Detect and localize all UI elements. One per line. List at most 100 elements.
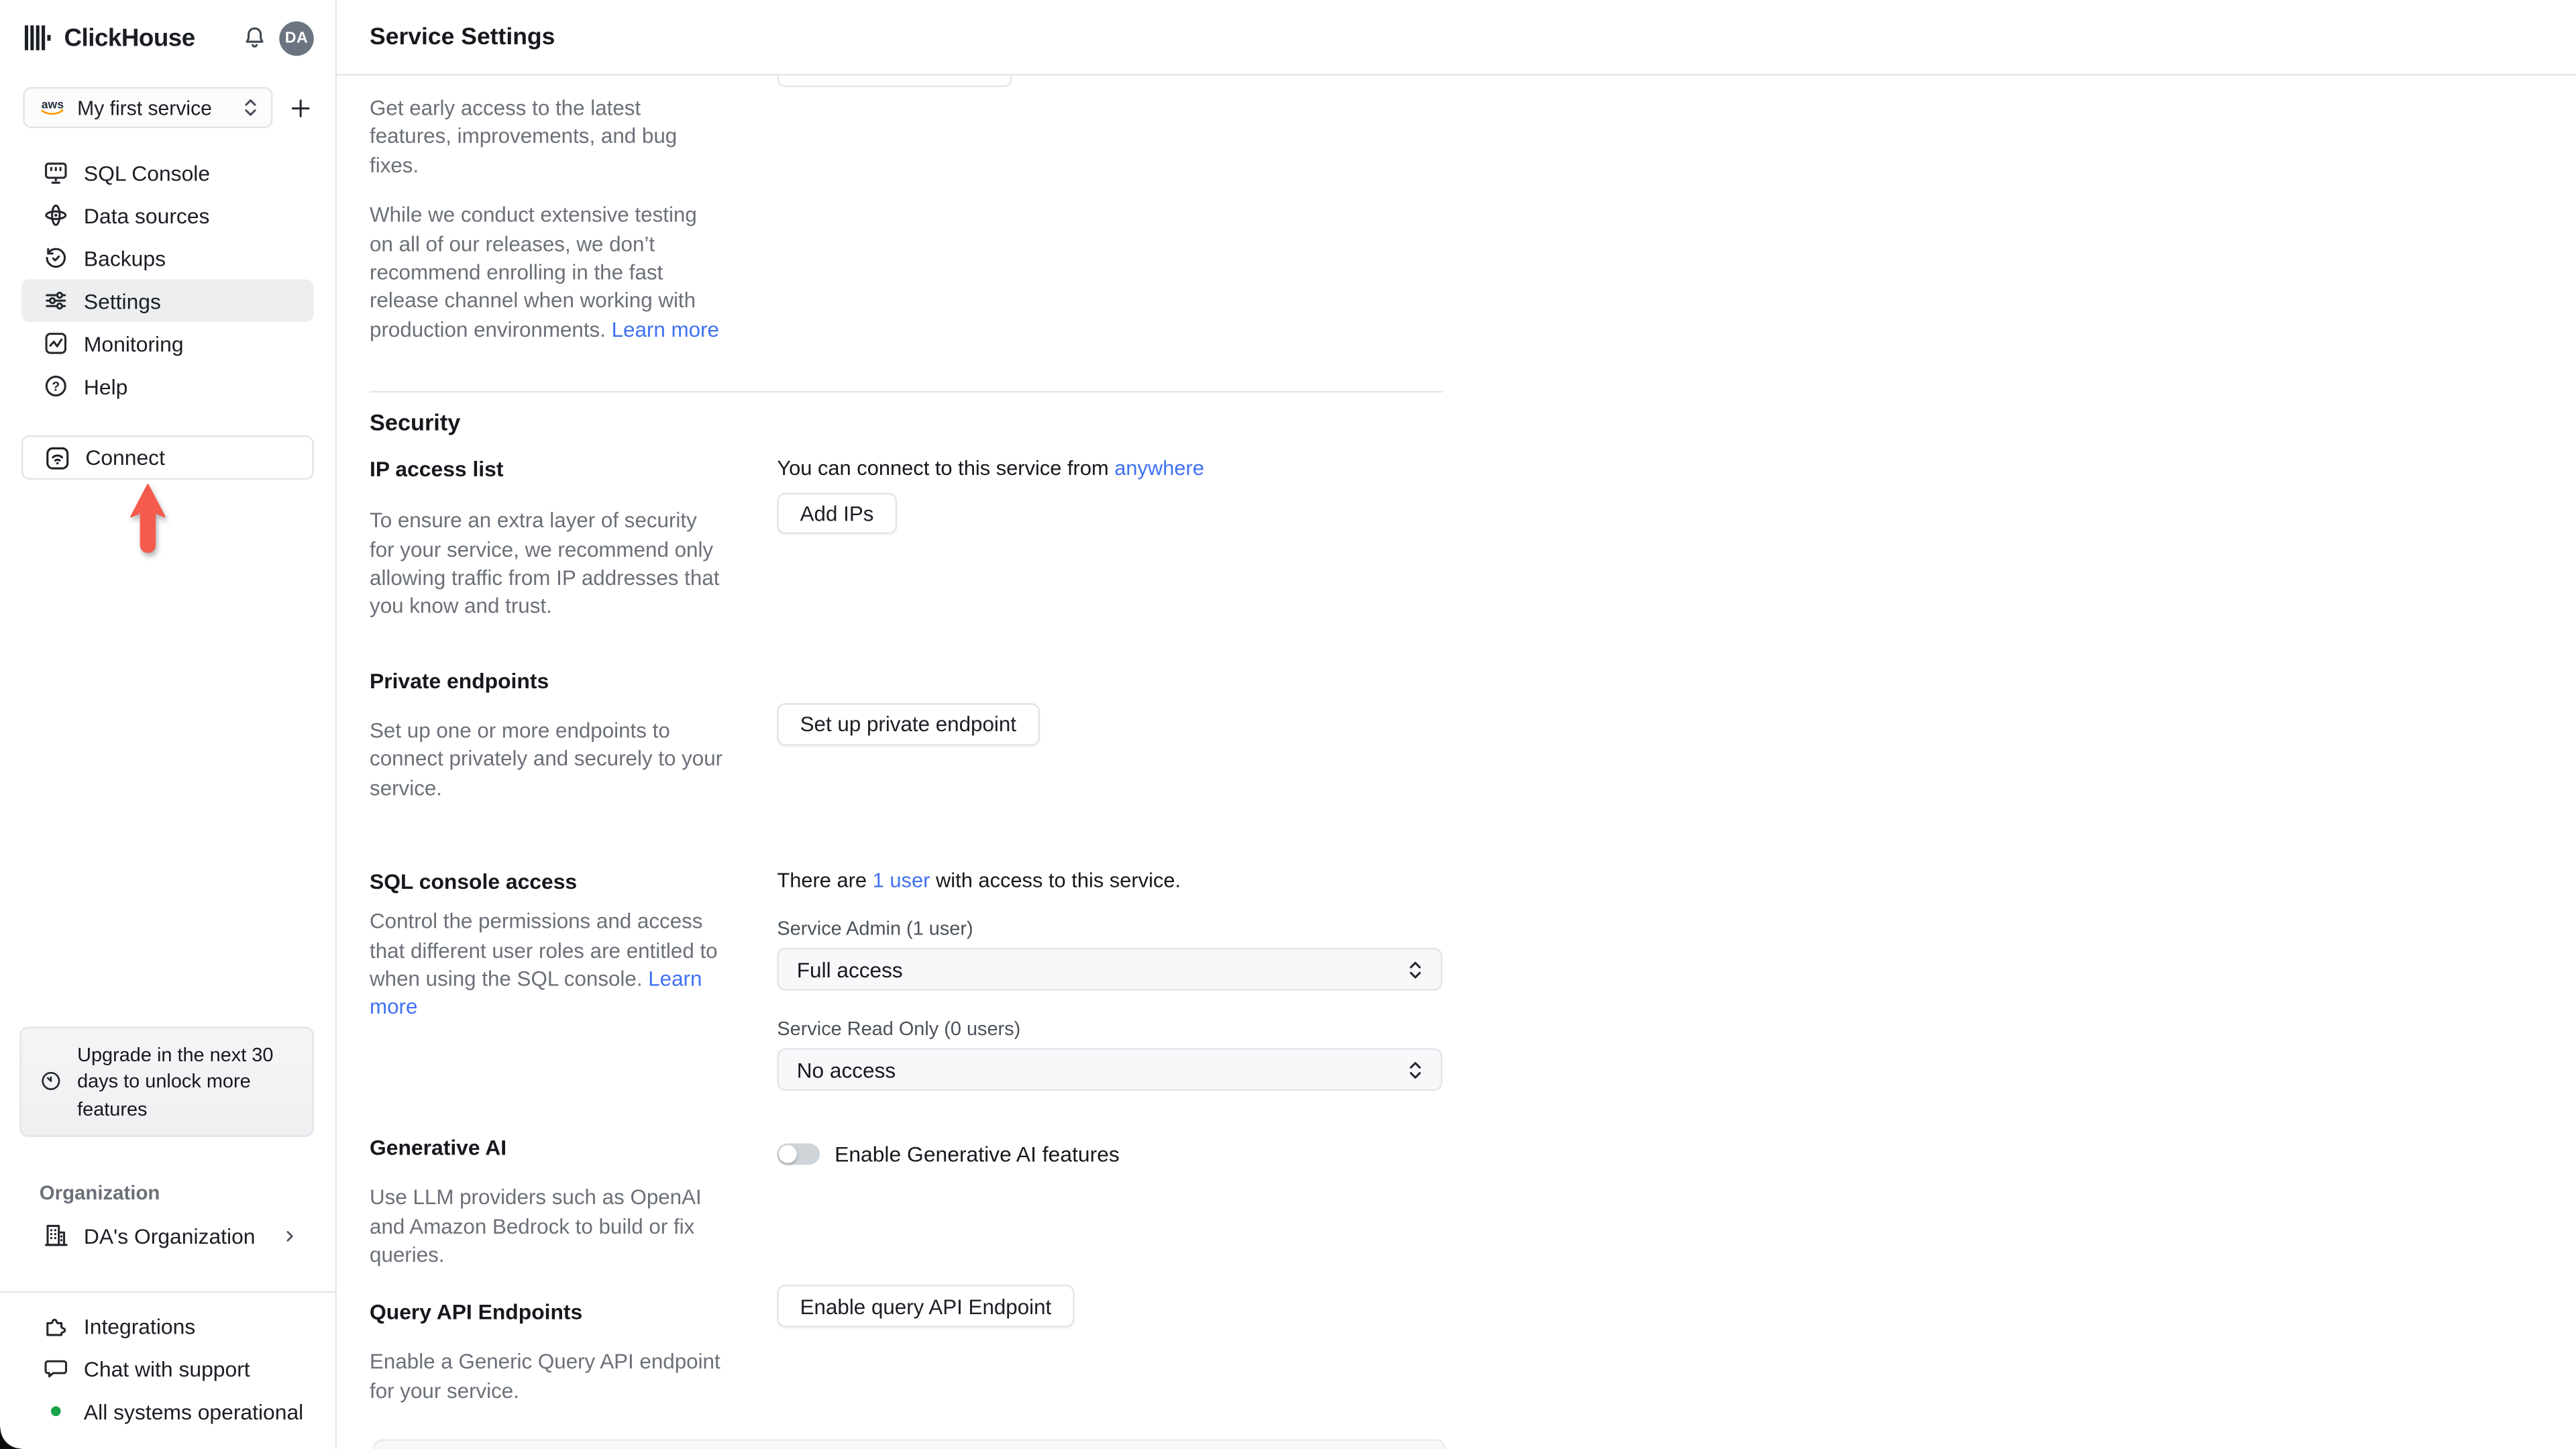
sidebar-item-label: Monitoring: [83, 331, 184, 356]
page-title: Service Settings: [370, 23, 555, 50]
integrations-puzzle-icon: [43, 1313, 69, 1339]
release-channel-row: Get early access to the latest features,…: [370, 94, 1450, 344]
ip-access-list-row: IP access list To ensure an extra layer …: [370, 455, 1450, 621]
sidebar-header: ClickHouse DA: [0, 0, 335, 76]
aws-icon: aws: [38, 97, 67, 118]
chat-with-support-item[interactable]: Chat with support: [21, 1347, 314, 1390]
settings-content: Get early access to the latest features,…: [337, 76, 1450, 1405]
footer-item-label: Integrations: [83, 1313, 196, 1338]
service-readonly-value: No access: [796, 1057, 896, 1082]
sidebar-item-data-sources[interactable]: Data sources: [21, 194, 314, 237]
learn-more-link[interactable]: Learn more: [612, 317, 719, 341]
chevron-updown-icon: [243, 97, 258, 118]
integrations-item[interactable]: Integrations: [21, 1304, 314, 1347]
service-selector[interactable]: aws My first service: [23, 87, 273, 129]
monitoring-icon: [43, 330, 69, 356]
clock-icon: [40, 1070, 62, 1093]
main-panel: Service Settings Get early access to the…: [337, 0, 2576, 1449]
sidebar-item-label: Settings: [83, 288, 161, 313]
generative-ai-toggle-label: Enable Generative AI features: [835, 1142, 1120, 1167]
anywhere-link[interactable]: anywhere: [1114, 457, 1204, 480]
avatar[interactable]: DA: [279, 20, 314, 56]
brand-name: ClickHouse: [64, 23, 196, 52]
query-api-description: Enable a Generic Query API endpoint for …: [370, 1349, 720, 1403]
release-channel-description-2: While we conduct extensive testing on al…: [370, 202, 719, 342]
system-status-item[interactable]: All systems operational: [21, 1390, 314, 1433]
service-admin-value: Full access: [796, 957, 903, 982]
sidebar-item-settings[interactable]: Settings: [21, 279, 314, 323]
footer-item-label: Chat with support: [83, 1356, 250, 1381]
add-service-button[interactable]: [289, 96, 312, 119]
generative-ai-row: Generative AI Use LLM providers such as …: [370, 1134, 1450, 1269]
sidebar-item-label: Data sources: [83, 203, 210, 228]
connect-label: Connect: [85, 445, 165, 470]
organization-building-icon: [43, 1222, 69, 1248]
svg-text:aws: aws: [42, 98, 64, 111]
private-endpoints-row: Private endpoints Set up one or more end…: [370, 667, 1450, 802]
connect-wifi-icon: [44, 444, 70, 470]
next-section-card-partial: [372, 1439, 1446, 1449]
sql-console-access-description: Control the permissions and access that …: [370, 908, 718, 1020]
chat-bubble-icon: [43, 1355, 69, 1381]
toggle-knob: [778, 1145, 797, 1164]
setup-private-endpoint-button[interactable]: Set up private endpoint: [777, 702, 1040, 746]
sql-console-icon: [43, 160, 69, 186]
ip-access-status: You can connect to this service from any…: [777, 457, 1204, 480]
annotation-arrow-up: [127, 483, 170, 557]
service-selector-label: My first service: [77, 96, 212, 119]
clickhouse-logo-icon: [23, 23, 52, 52]
service-admin-select[interactable]: Full access: [777, 948, 1443, 991]
notifications-bell-icon[interactable]: [241, 25, 268, 51]
help-icon: ?: [43, 373, 69, 399]
sidebar-item-label: Backups: [83, 246, 166, 270]
query-api-endpoints-row: Query API Endpoints Enable a Generic Que…: [370, 1285, 1450, 1405]
service-row: aws My first service: [23, 87, 312, 129]
sidebar-footer: Integrations Chat with support All syste…: [0, 1293, 335, 1449]
data-sources-icon: [43, 202, 69, 228]
generative-ai-title: Generative AI: [370, 1135, 507, 1161]
private-endpoints-description: Set up one or more endpoints to connect …: [370, 717, 723, 800]
organization-heading: Organization: [39, 1181, 160, 1205]
footer-item-label: All systems operational: [83, 1399, 304, 1424]
sql-console-access-row: SQL console access Control the permissio…: [370, 867, 1450, 1091]
release-channel-description-1: Get early access to the latest features,…: [370, 95, 678, 178]
query-api-title: Query API Endpoints: [370, 1299, 583, 1325]
enable-query-api-button[interactable]: Enable query API Endpoint: [777, 1285, 1075, 1328]
service-readonly-select[interactable]: No access: [777, 1048, 1443, 1091]
chevron-updown-icon: [1408, 959, 1423, 980]
clickhouse-cloud-app: ClickHouse DA aws My first service SQL C…: [0, 0, 2576, 1449]
main-header: Service Settings: [337, 0, 2576, 76]
sidebar-nav: SQL Console Data sources Backups Setting…: [21, 151, 314, 407]
add-ips-button[interactable]: Add IPs: [777, 493, 897, 535]
organization-name: DA's Organization: [83, 1223, 256, 1248]
chevron-updown-icon: [1408, 1059, 1423, 1081]
upgrade-notice-text: Upgrade in the next 30 days to unlock mo…: [77, 1042, 274, 1120]
sidebar-item-sql-console[interactable]: SQL Console: [21, 151, 314, 194]
service-admin-label: Service Admin (1 user): [777, 916, 973, 941]
backups-icon: [43, 245, 69, 271]
generative-ai-description: Use LLM providers such as OpenAI and Ama…: [370, 1184, 702, 1267]
service-readonly-label: Service Read Only (0 users): [777, 1017, 1021, 1040]
sidebar-item-monitoring[interactable]: Monitoring: [21, 322, 314, 365]
svg-text:?: ?: [52, 379, 60, 394]
upgrade-notice[interactable]: Upgrade in the next 30 days to unlock mo…: [19, 1026, 314, 1137]
sql-console-access-title: SQL console access: [370, 869, 578, 894]
sidebar-item-backups[interactable]: Backups: [21, 237, 314, 280]
user-count-link[interactable]: 1 user: [873, 869, 930, 892]
screen-corner: [0, 1428, 21, 1449]
status-dot: [50, 1406, 61, 1417]
settings-icon: [43, 288, 69, 314]
chevron-right-icon: [281, 1226, 299, 1244]
organization-item[interactable]: DA's Organization: [21, 1214, 314, 1257]
generative-ai-toggle[interactable]: [777, 1143, 820, 1165]
release-channel-select-partial[interactable]: [777, 75, 1012, 87]
ip-access-list-description: To ensure an extra layer of security for…: [370, 508, 720, 619]
sidebar-item-label: Help: [83, 374, 128, 398]
sidebar-item-help[interactable]: ? Help: [21, 365, 314, 408]
sidebar-item-label: SQL Console: [83, 160, 211, 185]
security-section-heading: Security: [370, 409, 461, 436]
connect-button[interactable]: Connect: [21, 435, 314, 480]
private-endpoints-title: Private endpoints: [370, 668, 549, 694]
divider: [370, 391, 1443, 393]
sidebar: ClickHouse DA aws My first service SQL C…: [0, 0, 337, 1449]
